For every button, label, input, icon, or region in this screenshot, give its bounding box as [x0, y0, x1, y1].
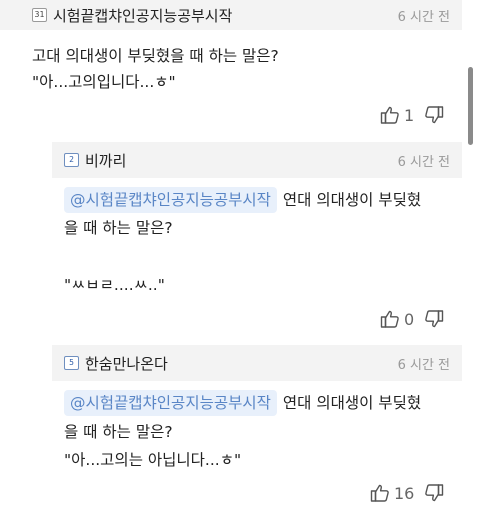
commenter-nickname[interactable]: 비까리: [85, 150, 126, 171]
comment-time: 6 시간 전: [397, 154, 450, 170]
level-badge-icon: 2: [64, 153, 79, 167]
thumbs-down-icon[interactable]: [424, 105, 444, 125]
reply-text-line: "아...고의는 아닙니다...ㅎ": [64, 451, 242, 469]
comment-text-line: "아...고의입니다...ㅎ": [32, 73, 176, 91]
level-badge-icon: 31: [32, 8, 47, 22]
like-count: 0: [404, 309, 415, 329]
level-badge-icon: 5: [64, 356, 79, 370]
reply-header: 2 비까리 6 시간 전: [52, 142, 462, 178]
reply-text: 연대 의대생이 부딪혔: [282, 191, 422, 209]
reply-text-line: "ㅆㅂㄹ....ㅆ..": [64, 276, 165, 294]
reply-header: 5 한숨만나온다 6 시간 전: [52, 345, 462, 381]
mention-tag[interactable]: @시험끝캡챠인공지능공부시작: [64, 390, 277, 416]
reply-text: 연대 의대생이 부딪혔: [282, 394, 422, 412]
reply-text-line: @시험끝캡챠인공지능공부시작 연대 의대생이 부딪혔: [64, 187, 421, 213]
thumbs-up-icon[interactable]: [380, 309, 400, 329]
comment-time: 6 시간 전: [397, 9, 450, 25]
reply-votes: 16: [370, 481, 444, 505]
comment-header: 31 시험끝캡챠인공지능공부시작 6 시간 전: [0, 0, 462, 30]
like-count: 1: [404, 105, 415, 125]
reply-text-line: 을 때 하는 말은?: [64, 219, 173, 237]
comment-votes: 1: [380, 103, 444, 127]
reply-text-line: @시험끝캡챠인공지능공부시작 연대 의대생이 부딪혔: [64, 390, 421, 416]
like-count: 16: [394, 483, 415, 503]
comment-text-line: 고대 의대생이 부딪혔을 때 하는 말은?: [32, 47, 279, 65]
reply-votes: 0: [380, 307, 444, 331]
thumbs-down-icon[interactable]: [424, 483, 444, 503]
thumbs-up-icon[interactable]: [380, 105, 400, 125]
comment-time: 6 시간 전: [397, 357, 450, 373]
reply-text-line: 을 때 하는 말은?: [64, 423, 173, 441]
commenter-nickname[interactable]: 한숨만나온다: [85, 353, 168, 374]
commenter-nickname[interactable]: 시험끝캡챠인공지능공부시작: [53, 5, 232, 26]
mention-tag[interactable]: @시험끝캡챠인공지능공부시작: [64, 187, 277, 213]
thumbs-up-icon[interactable]: [370, 483, 390, 503]
scrollbar[interactable]: [468, 67, 473, 145]
thumbs-down-icon[interactable]: [424, 309, 444, 329]
